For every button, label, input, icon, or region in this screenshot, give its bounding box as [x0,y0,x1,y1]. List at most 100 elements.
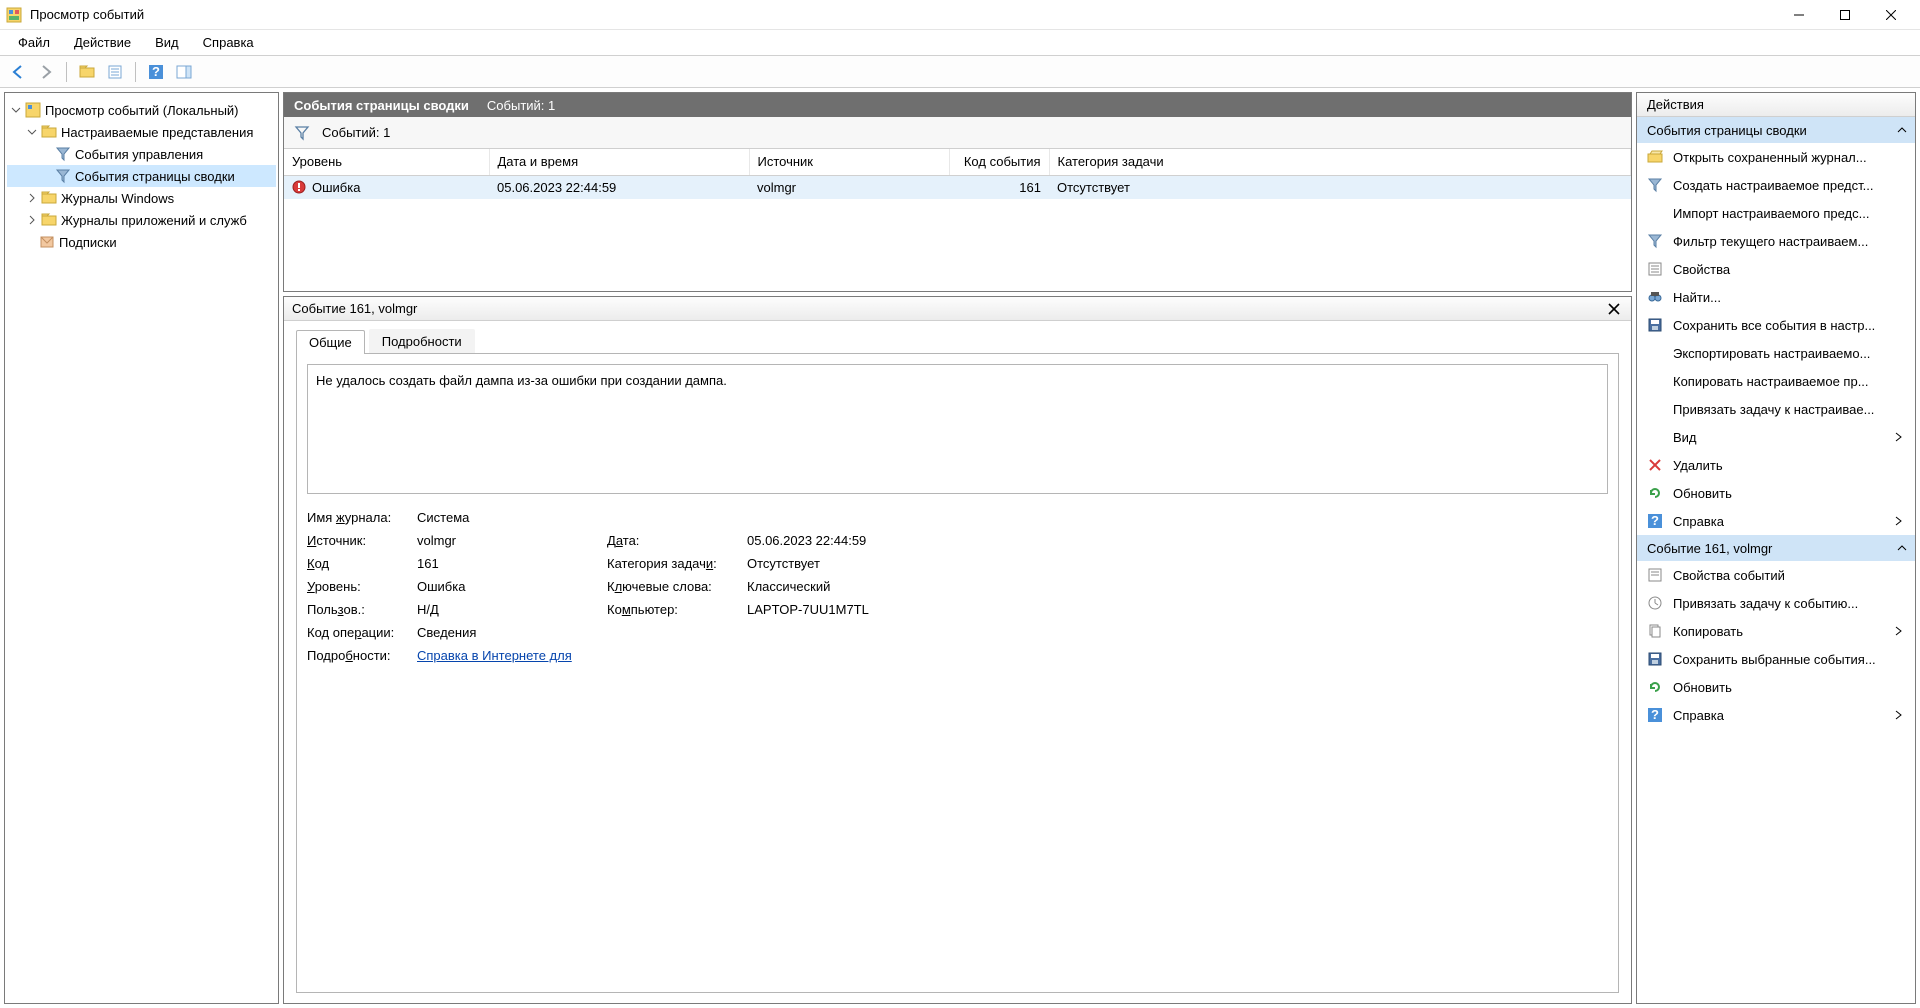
meta-level-key: Уровень: [307,579,407,594]
eventviewer-icon [25,102,41,118]
refresh-icon [1647,679,1663,695]
action-event-save-selected[interactable]: Сохранить выбранные события... [1637,645,1915,673]
cell-datetime: 05.06.2023 22:44:59 [489,175,749,199]
menu-file[interactable]: Файл [8,31,60,54]
action-save-all[interactable]: Сохранить все события в настр... [1637,311,1915,339]
action-properties[interactable]: Свойства [1637,255,1915,283]
filter-icon [55,168,71,184]
titlebar: Просмотр событий [0,0,1920,30]
filter-row: Событий: 1 [284,117,1631,149]
tree-app-logs[interactable]: Журналы приложений и служб [7,209,276,231]
meta-date-key: Дата: [607,533,737,548]
action-delete[interactable]: Удалить [1637,451,1915,479]
tree-toggle-icon[interactable] [25,191,39,205]
svg-text:?: ? [1651,513,1659,528]
tree-toggle-icon[interactable] [9,103,23,117]
action-create-custom-view[interactable]: Создать настраиваемое предст... [1637,171,1915,199]
tree-summary-events[interactable]: События страницы сводки [7,165,276,187]
filter-icon[interactable] [294,125,310,141]
action-group-view[interactable]: События страницы сводки [1637,117,1915,143]
blank-icon [1647,205,1663,221]
menu-help[interactable]: Справка [193,31,264,54]
nav-forward-button[interactable] [34,60,58,84]
action-event-attach-task[interactable]: Привязать задачу к событию... [1637,589,1915,617]
tb-help-button[interactable]: ? [144,60,168,84]
action-label: Импорт настраиваемого предс... [1673,206,1905,221]
action-refresh[interactable]: Обновить [1637,479,1915,507]
tree-label: События управления [75,147,203,162]
meta-user-val: Н/Д [417,602,597,617]
tree-root[interactable]: Просмотр событий (Локальный) [7,99,276,121]
action-event-help[interactable]: ?Справка [1637,701,1915,729]
action-event-copy[interactable]: Копировать [1637,617,1915,645]
tree-pane[interactable]: Просмотр событий (Локальный) Настраиваем… [4,92,279,1004]
nav-back-button[interactable] [6,60,30,84]
event-table[interactable]: Уровень Дата и время Источник Код событи… [284,149,1631,199]
delete-icon [1647,457,1663,473]
event-row[interactable]: Ошибка 05.06.2023 22:44:59 volmgr 161 От… [284,175,1631,199]
menu-view[interactable]: Вид [145,31,189,54]
tree-custom-views[interactable]: Настраиваемые представления [7,121,276,143]
col-datetime[interactable]: Дата и время [489,149,749,175]
action-view-submenu[interactable]: Вид [1637,423,1915,451]
event-description: Не удалось создать файл дампа из-за ошиб… [307,364,1608,494]
action-label: Обновить [1673,680,1905,695]
action-open-saved-log[interactable]: Открыть сохраненный журнал... [1637,143,1915,171]
maximize-button[interactable] [1822,0,1868,30]
action-copy-custom[interactable]: Копировать настраиваемое пр... [1637,367,1915,395]
blank-icon [1647,345,1663,361]
online-help-link[interactable]: Справка в Интернете для [417,648,572,663]
action-label: Фильтр текущего настраиваем... [1673,234,1905,249]
cell-eventid: 161 [949,175,1049,199]
action-label: Свойства [1673,262,1905,277]
col-source[interactable]: Источник [749,149,949,175]
tab-general[interactable]: Общие [296,330,365,354]
tree-label: Журналы Windows [61,191,174,206]
action-label: Привязать задачу к событию... [1673,596,1905,611]
action-event-properties[interactable]: Свойства событий [1637,561,1915,589]
tree-windows-logs[interactable]: Журналы Windows [7,187,276,209]
chevron-right-icon [1895,710,1905,720]
save-icon [1647,651,1663,667]
tb-panel-button[interactable] [172,60,196,84]
tree-toggle-icon[interactable] [25,125,39,139]
action-event-refresh[interactable]: Обновить [1637,673,1915,701]
col-task[interactable]: Категория задачи [1049,149,1631,175]
action-export[interactable]: Экспортировать настраиваемо... [1637,339,1915,367]
tree-admin-events[interactable]: События управления [7,143,276,165]
toolbar-separator [66,62,67,82]
folder-open-icon [1647,149,1663,165]
action-import-custom-view[interactable]: Импорт настраиваемого предс... [1637,199,1915,227]
action-help[interactable]: ? Справка [1637,507,1915,535]
tab-details[interactable]: Подробности [369,329,475,353]
tree-toggle-icon[interactable] [25,213,39,227]
menu-action[interactable]: Действие [64,31,141,54]
action-label: Привязать задачу к настраивае... [1673,402,1905,417]
action-label: Справка [1673,514,1885,529]
help-icon: ? [1647,707,1663,723]
tb-properties-button[interactable] [103,60,127,84]
col-level[interactable]: Уровень [284,149,489,175]
close-button[interactable] [1868,0,1914,30]
meta-source-val: volmgr [417,533,597,548]
event-detail-panel: Событие 161, volmgr Общие Подробности Не… [283,296,1632,1004]
event-meta-grid: Имя журнала: Система Источник: volmgr Да… [307,510,1608,663]
minimize-button[interactable] [1776,0,1822,30]
tree-label: Журналы приложений и служб [61,213,247,228]
window-title: Просмотр событий [30,7,1776,22]
detail-close-button[interactable] [1605,300,1623,318]
action-find[interactable]: Найти... [1637,283,1915,311]
collapse-icon[interactable] [1897,543,1907,553]
action-filter-current[interactable]: Фильтр текущего настраиваем... [1637,227,1915,255]
properties-icon [1647,261,1663,277]
tb-folder-button[interactable] [75,60,99,84]
action-attach-task[interactable]: Привязать задачу к настраивае... [1637,395,1915,423]
action-label: Создать настраиваемое предст... [1673,178,1905,193]
meta-id-key: Код [307,556,407,571]
tree-subscriptions[interactable]: Подписки [7,231,276,253]
tree-label: События страницы сводки [75,169,235,184]
tree-label: Просмотр событий (Локальный) [45,103,239,118]
col-eventid[interactable]: Код события [949,149,1049,175]
collapse-icon[interactable] [1897,125,1907,135]
action-group-event[interactable]: Событие 161, volmgr [1637,535,1915,561]
